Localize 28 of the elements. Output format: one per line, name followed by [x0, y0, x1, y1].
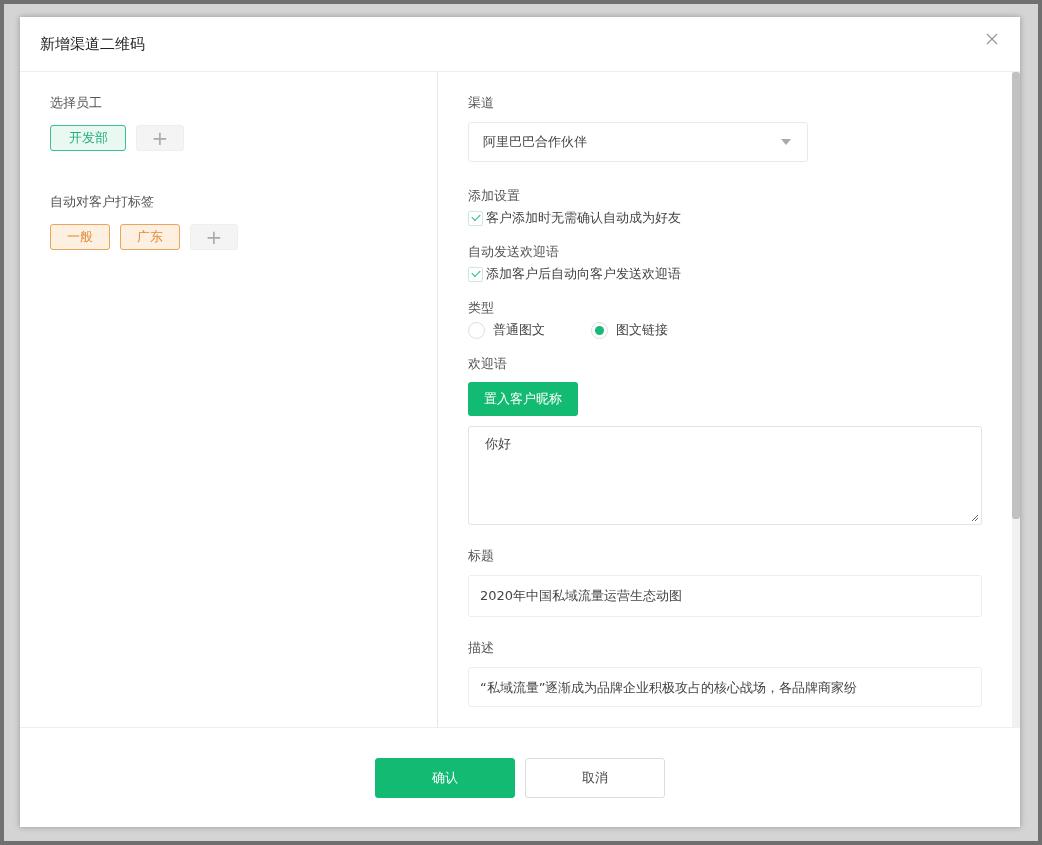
- radio-label: 图文链接: [616, 321, 668, 339]
- field-label: 描述: [468, 639, 495, 657]
- customer-tag: 一般: [50, 224, 110, 250]
- scrollbar[interactable]: [1012, 72, 1020, 727]
- field-label: 添加设置: [468, 187, 521, 205]
- description-input[interactable]: “私域流量”逐渐成为品牌企业积极攻占的核心战场，各品牌商家纷: [468, 667, 982, 707]
- resize-handle-icon[interactable]: [971, 514, 979, 522]
- field-label: 自动对客户打标签: [50, 193, 155, 211]
- radio-label: 普通图文: [493, 321, 545, 339]
- welcome-textarea[interactable]: 你好: [468, 426, 982, 525]
- checkbox-label: 客户添加时无需确认自动成为好友: [486, 209, 681, 227]
- field-label: 欢迎语: [468, 355, 508, 373]
- department-tag: 开发部: [50, 125, 126, 151]
- close-icon[interactable]: [986, 33, 998, 45]
- customer-tag: 广东: [120, 224, 180, 250]
- channel-select[interactable]: 阿里巴巴合作伙伴: [468, 122, 808, 162]
- field-label: 渠道: [468, 94, 495, 112]
- field-label: 选择员工: [50, 94, 103, 112]
- field-label: 类型: [468, 299, 495, 317]
- checkbox-label: 添加客户后自动向客户发送欢迎语: [486, 265, 681, 283]
- cancel-button[interactable]: 取消: [525, 757, 665, 798]
- dialog-title: 新增渠道二维码: [40, 34, 145, 54]
- title-input[interactable]: 2020年中国私域流量运营生态动图: [468, 575, 982, 617]
- field-label: 标题: [468, 547, 495, 565]
- checkbox[interactable]: [468, 210, 483, 226]
- caret-icon: [781, 139, 791, 145]
- checkbox[interactable]: [468, 266, 483, 282]
- field-label: 自动发送欢迎语: [468, 243, 560, 261]
